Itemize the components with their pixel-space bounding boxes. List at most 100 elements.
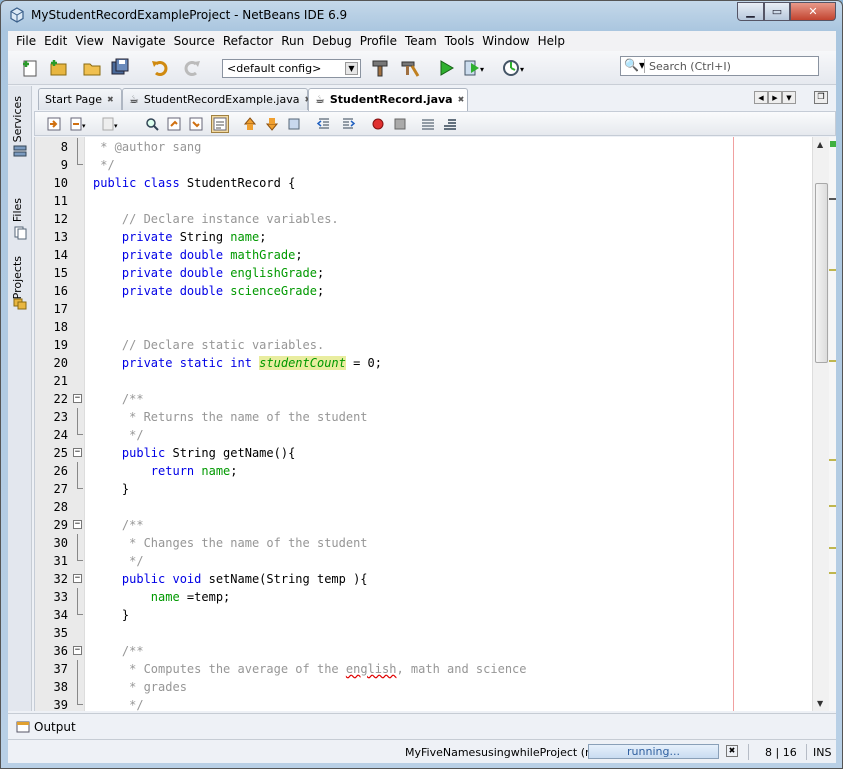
code-line[interactable]: 24 */ xyxy=(35,426,812,444)
back-icon[interactable]: ▾ xyxy=(69,115,87,133)
find-next-icon[interactable] xyxy=(187,115,205,133)
occurrence-mark[interactable] xyxy=(829,505,836,507)
code-editor[interactable]: 8 * @author sang 9 */10 public class Stude… xyxy=(34,137,812,711)
run-project-icon[interactable] xyxy=(434,56,458,80)
code-line[interactable]: 14 private double mathGrade; xyxy=(35,246,812,264)
shift-right-icon[interactable] xyxy=(339,115,357,133)
open-project-icon[interactable] xyxy=(80,56,104,80)
scrollbar-thumb[interactable] xyxy=(815,183,828,363)
occurrence-mark[interactable] xyxy=(829,360,836,362)
maximize-button[interactable]: ▭ xyxy=(764,2,790,21)
undo-icon[interactable] xyxy=(148,56,172,80)
occurrence-mark[interactable] xyxy=(829,572,836,574)
menu-edit[interactable]: Edit xyxy=(40,34,71,48)
menu-run[interactable]: Run xyxy=(277,34,308,48)
code-line[interactable]: 28 xyxy=(35,498,812,516)
find-previous-icon[interactable] xyxy=(165,115,183,133)
redo-icon[interactable] xyxy=(180,56,204,80)
code-line[interactable]: 23 * Returns the name of the student xyxy=(35,408,812,426)
menu-view[interactable]: View xyxy=(71,34,107,48)
code-line[interactable]: 34 } xyxy=(35,606,812,624)
code-line[interactable]: 35 xyxy=(35,624,812,642)
tab-studentrecord-java[interactable]: ☕ StudentRecord.java ✖ xyxy=(308,88,468,111)
progress-bar[interactable]: running... xyxy=(588,744,719,759)
forward-icon[interactable]: ▾ xyxy=(101,115,119,133)
code-line[interactable]: 26 return name; xyxy=(35,462,812,480)
shift-left-icon[interactable] xyxy=(315,115,333,133)
search-input[interactable]: 🔍▾ Search (Ctrl+I) xyxy=(620,56,819,76)
code-line[interactable]: 12 // Declare instance variables. xyxy=(35,210,812,228)
last-edit-icon[interactable] xyxy=(45,115,63,133)
build-hammer-icon[interactable] xyxy=(368,56,392,80)
collapse-fold-icon[interactable]: − xyxy=(73,448,82,457)
code-line[interactable]: 22− /** xyxy=(35,390,812,408)
code-line[interactable]: 29− /** xyxy=(35,516,812,534)
collapse-fold-icon[interactable]: − xyxy=(73,646,82,655)
menu-debug[interactable]: Debug xyxy=(308,34,355,48)
restore-window-icon[interactable]: ❐ xyxy=(814,91,828,104)
profile-project-icon[interactable]: ▾ xyxy=(502,56,526,80)
code-line[interactable]: 25− public String getName(){ xyxy=(35,444,812,462)
code-line[interactable]: 27 } xyxy=(35,480,812,498)
menu-navigate[interactable]: Navigate xyxy=(108,34,170,48)
new-project-icon[interactable] xyxy=(46,56,70,80)
menu-help[interactable]: Help xyxy=(534,34,569,48)
uncomment-icon[interactable] xyxy=(441,115,459,133)
stop-macro-recording-icon[interactable] xyxy=(391,115,409,133)
occurrence-mark[interactable] xyxy=(829,269,836,271)
code-line[interactable]: 37 * Computes the average of the english… xyxy=(35,660,812,678)
sidebar-tab-files[interactable]: Files xyxy=(11,198,24,222)
clean-build-icon[interactable] xyxy=(398,56,422,80)
menu-refactor[interactable]: Refactor xyxy=(219,34,277,48)
code-line[interactable]: 15 private double englishGrade; xyxy=(35,264,812,282)
code-line[interactable]: 21 xyxy=(35,372,812,390)
config-select[interactable]: <default config> ▼ xyxy=(222,59,361,78)
menu-profile[interactable]: Profile xyxy=(356,34,401,48)
code-line[interactable]: 10 public class StudentRecord { xyxy=(35,174,812,192)
menu-window[interactable]: Window xyxy=(478,34,533,48)
collapse-fold-icon[interactable]: − xyxy=(73,574,82,583)
tab-start-page[interactable]: Start Page ✖ xyxy=(38,88,122,110)
code-line[interactable]: 18 xyxy=(35,318,812,336)
scroll-down-icon[interactable]: ▼ xyxy=(817,699,823,708)
code-line[interactable]: 19 // Declare static variables. xyxy=(35,336,812,354)
scroll-up-icon[interactable]: ▲ xyxy=(817,140,823,149)
collapse-fold-icon[interactable]: − xyxy=(73,394,82,403)
comment-icon[interactable] xyxy=(419,115,437,133)
code-line[interactable]: 9 */ xyxy=(35,156,812,174)
code-line[interactable]: 8 * @author sang xyxy=(35,138,812,156)
code-line[interactable]: 11 xyxy=(35,192,812,210)
occurrence-mark[interactable] xyxy=(829,547,836,549)
save-all-icon[interactable] xyxy=(108,56,132,80)
toggle-highlight-search-icon[interactable] xyxy=(211,115,229,133)
code-line[interactable]: 31 */ xyxy=(35,552,812,570)
find-selection-icon[interactable] xyxy=(143,115,161,133)
tab-studentrecordexample-java[interactable]: ☕StudentRecordExample.java✖ xyxy=(122,88,311,110)
close-button[interactable]: ✕ xyxy=(790,2,836,21)
debug-project-icon[interactable]: ▾ xyxy=(462,56,486,80)
close-tab-icon[interactable]: ✖ xyxy=(458,95,465,111)
collapse-fold-icon[interactable]: − xyxy=(73,520,82,529)
sidebar-tab-projects[interactable]: Projects xyxy=(11,256,24,299)
code-line[interactable]: 20 private static int studentCount = 0; xyxy=(35,354,812,372)
code-line[interactable]: 39 */ xyxy=(35,696,812,711)
code-line[interactable]: 38 * grades xyxy=(35,678,812,696)
start-macro-recording-icon[interactable] xyxy=(369,115,387,133)
code-line[interactable]: 13 private String name; xyxy=(35,228,812,246)
menu-file[interactable]: File xyxy=(12,34,40,48)
vertical-scrollbar[interactable]: ▲ ▼ xyxy=(812,137,829,711)
code-line[interactable]: 16 private double scienceGrade; xyxy=(35,282,812,300)
menu-tools[interactable]: Tools xyxy=(441,34,479,48)
show-opened-documents-icon[interactable]: ▼ xyxy=(782,91,796,104)
scroll-tabs-left-icon[interactable]: ◀ xyxy=(754,91,768,104)
code-line[interactable]: 33 name =temp; xyxy=(35,588,812,606)
toggle-bookmark-icon[interactable] xyxy=(285,115,303,133)
code-line[interactable]: 32− public void setName(String temp ){ xyxy=(35,570,812,588)
output-tab[interactable]: Output xyxy=(34,720,76,734)
next-bookmark-icon[interactable] xyxy=(263,115,281,133)
close-tab-icon[interactable]: ✖ xyxy=(107,95,114,110)
menu-team[interactable]: Team xyxy=(401,34,441,48)
sidebar-tab-services[interactable]: Services xyxy=(11,96,24,142)
code-line[interactable]: 36− /** xyxy=(35,642,812,660)
previous-bookmark-icon[interactable] xyxy=(241,115,259,133)
